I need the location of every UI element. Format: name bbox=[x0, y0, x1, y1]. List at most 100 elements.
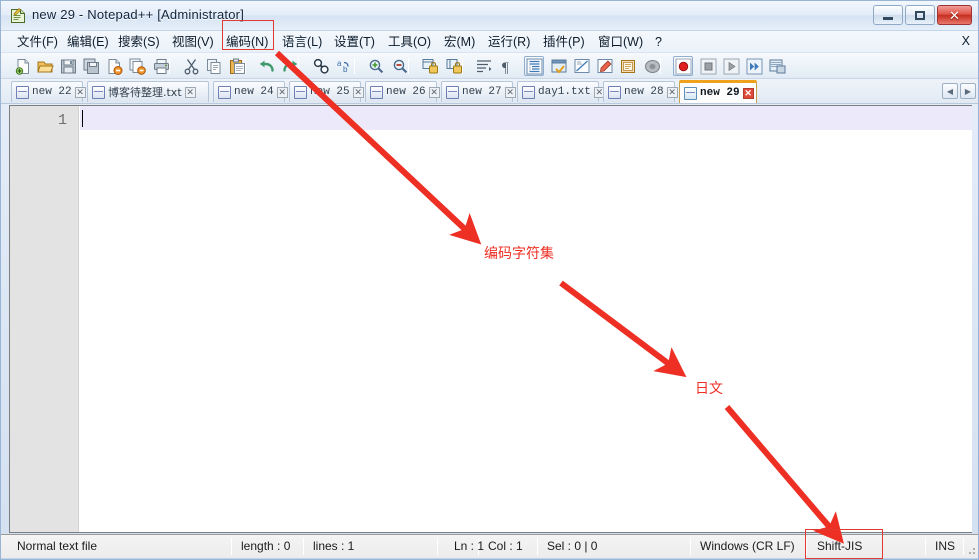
tab-close-icon[interactable]: ✕ bbox=[184, 86, 196, 98]
menu-item-12[interactable]: ? bbox=[653, 34, 664, 51]
replace-icon[interactable]: ab bbox=[335, 56, 355, 76]
menu-item-0[interactable]: 文件(F) bbox=[15, 34, 60, 51]
save-all-icon[interactable] bbox=[81, 56, 101, 76]
new-file-icon[interactable] bbox=[13, 56, 33, 76]
document-tab[interactable]: 博客待整理.txt ✕ bbox=[87, 81, 209, 102]
status-divider-7 bbox=[925, 538, 926, 555]
text-caret bbox=[82, 110, 83, 127]
zoom-out-icon[interactable] bbox=[390, 56, 410, 76]
indent-guide-icon[interactable] bbox=[524, 56, 544, 76]
document-tab-bar: ◀ ▶ new 22 ✕ 博客待整理.txt ✕ new 24 ✕ new 25 ✕ new 2… bbox=[1, 79, 978, 104]
tab-scroll-left-button[interactable]: ◀ bbox=[942, 83, 958, 99]
status-lines[interactable]: lines : 1 bbox=[307, 535, 360, 558]
tab-label: 博客待整理.txt bbox=[108, 86, 182, 99]
show-all-chars-icon[interactable]: ¶ bbox=[497, 56, 517, 76]
document-icon bbox=[446, 85, 459, 99]
document-icon bbox=[684, 86, 697, 100]
tab-close-icon[interactable]: ✕ bbox=[276, 86, 288, 98]
window-title: new 29 - Notepad++ [Administrator] bbox=[32, 7, 245, 22]
user-define-dialog-icon[interactable] bbox=[549, 56, 569, 76]
document-tab[interactable]: new 28 ✕ bbox=[603, 81, 678, 102]
maximize-button[interactable] bbox=[905, 5, 935, 25]
status-divider-1 bbox=[303, 538, 304, 555]
status-col[interactable]: Col : 1 bbox=[482, 535, 529, 558]
svg-text:b: b bbox=[343, 65, 348, 74]
document-icon bbox=[218, 85, 231, 99]
document-icon bbox=[522, 85, 535, 99]
tab-close-icon[interactable]: ✕ bbox=[428, 86, 440, 98]
cut-icon[interactable] bbox=[181, 56, 201, 76]
encoding-status-highlight-box bbox=[805, 529, 883, 559]
tab-close-icon[interactable]: ✕ bbox=[74, 86, 86, 98]
doc-map-icon[interactable] bbox=[572, 56, 592, 76]
document-icon bbox=[16, 85, 29, 99]
monitoring-icon[interactable] bbox=[642, 56, 662, 76]
status-eol[interactable]: Windows (CR LF) bbox=[694, 535, 801, 558]
tab-close-icon[interactable]: ✕ bbox=[742, 87, 754, 99]
tab-label: new 29 bbox=[700, 87, 740, 99]
folder-as-workspace-icon[interactable] bbox=[618, 56, 638, 76]
menu-item-10[interactable]: 插件(P) bbox=[541, 34, 587, 51]
menu-item-9[interactable]: 运行(R) bbox=[486, 34, 532, 51]
current-line-highlight bbox=[80, 106, 972, 130]
status-insert-mode[interactable]: INS bbox=[929, 535, 961, 558]
annotation-japanese: 日文 bbox=[695, 381, 723, 397]
undo-icon[interactable] bbox=[257, 56, 277, 76]
tab-close-icon[interactable]: ✕ bbox=[666, 86, 678, 98]
menu-item-7[interactable]: 工具(O) bbox=[386, 34, 433, 51]
status-sel[interactable]: Sel : 0 | 0 bbox=[541, 535, 603, 558]
svg-text:a: a bbox=[337, 59, 342, 68]
line-number-gutter: 1 bbox=[10, 106, 79, 532]
status-length[interactable]: length : 0 bbox=[235, 535, 296, 558]
document-icon bbox=[294, 85, 307, 99]
sync-horizontal-icon[interactable] bbox=[444, 56, 464, 76]
copy-icon[interactable] bbox=[204, 56, 224, 76]
document-tab-active[interactable]: new 29 ✕ bbox=[679, 80, 757, 103]
macro-record-icon[interactable] bbox=[673, 56, 693, 76]
tab-close-icon[interactable]: ✕ bbox=[352, 86, 364, 98]
document-tab[interactable]: new 22 ✕ bbox=[11, 81, 86, 102]
paste-icon[interactable] bbox=[227, 56, 247, 76]
macro-stop-icon[interactable] bbox=[698, 56, 718, 76]
menu-item-3[interactable]: 视图(V) bbox=[170, 34, 216, 51]
menu-item-11[interactable]: 窗口(W) bbox=[596, 34, 645, 51]
zoom-in-icon[interactable] bbox=[366, 56, 386, 76]
status-file-type[interactable]: Normal text file bbox=[11, 535, 103, 558]
close-document-button[interactable]: X bbox=[962, 34, 970, 48]
tab-scroll-right-button[interactable]: ▶ bbox=[960, 83, 976, 99]
word-wrap-icon[interactable] bbox=[474, 56, 494, 76]
tab-close-icon[interactable]: ✕ bbox=[504, 86, 516, 98]
document-tab[interactable]: new 24 ✕ bbox=[213, 81, 288, 102]
document-icon bbox=[370, 85, 383, 99]
status-divider-2 bbox=[437, 538, 438, 555]
document-tab[interactable]: new 25 ✕ bbox=[289, 81, 364, 102]
menu-item-5[interactable]: 语言(L) bbox=[280, 34, 324, 51]
close-file-icon[interactable] bbox=[104, 56, 124, 76]
macro-play-icon[interactable] bbox=[721, 56, 741, 76]
print-icon[interactable] bbox=[151, 56, 171, 76]
menu-item-8[interactable]: 宏(M) bbox=[442, 34, 477, 51]
macro-playmulti-icon[interactable] bbox=[744, 56, 764, 76]
text-editing-surface[interactable] bbox=[80, 106, 972, 532]
resize-grip-icon[interactable] bbox=[965, 544, 977, 556]
close-all-files-icon[interactable] bbox=[127, 56, 147, 76]
notepadpp-window: new 29 - Notepad++ [Administrator] ✕ 文件(… bbox=[0, 0, 979, 560]
find-icon[interactable] bbox=[311, 56, 331, 76]
macro-save-icon[interactable] bbox=[767, 56, 787, 76]
chevron-right-icon: ▶ bbox=[964, 86, 972, 96]
close-window-button[interactable]: ✕ bbox=[937, 5, 972, 25]
document-tab[interactable]: new 27 ✕ bbox=[441, 81, 516, 102]
document-tab[interactable]: day1.txt ✕ bbox=[517, 81, 605, 102]
minimize-button[interactable] bbox=[873, 5, 903, 25]
sync-vertical-icon[interactable] bbox=[420, 56, 440, 76]
save-icon[interactable] bbox=[58, 56, 78, 76]
menu-item-1[interactable]: 编辑(E) bbox=[65, 34, 111, 51]
menu-item-2[interactable]: 搜索(S) bbox=[116, 34, 162, 51]
title-bar: new 29 - Notepad++ [Administrator] ✕ bbox=[1, 1, 978, 31]
redo-icon[interactable] bbox=[280, 56, 300, 76]
menu-item-6[interactable]: 设置(T) bbox=[332, 34, 377, 51]
document-tab[interactable]: new 26 ✕ bbox=[365, 81, 440, 102]
function-list-icon[interactable] bbox=[595, 56, 615, 76]
open-file-icon[interactable] bbox=[35, 56, 55, 76]
editor-area[interactable]: 1 bbox=[9, 105, 972, 533]
